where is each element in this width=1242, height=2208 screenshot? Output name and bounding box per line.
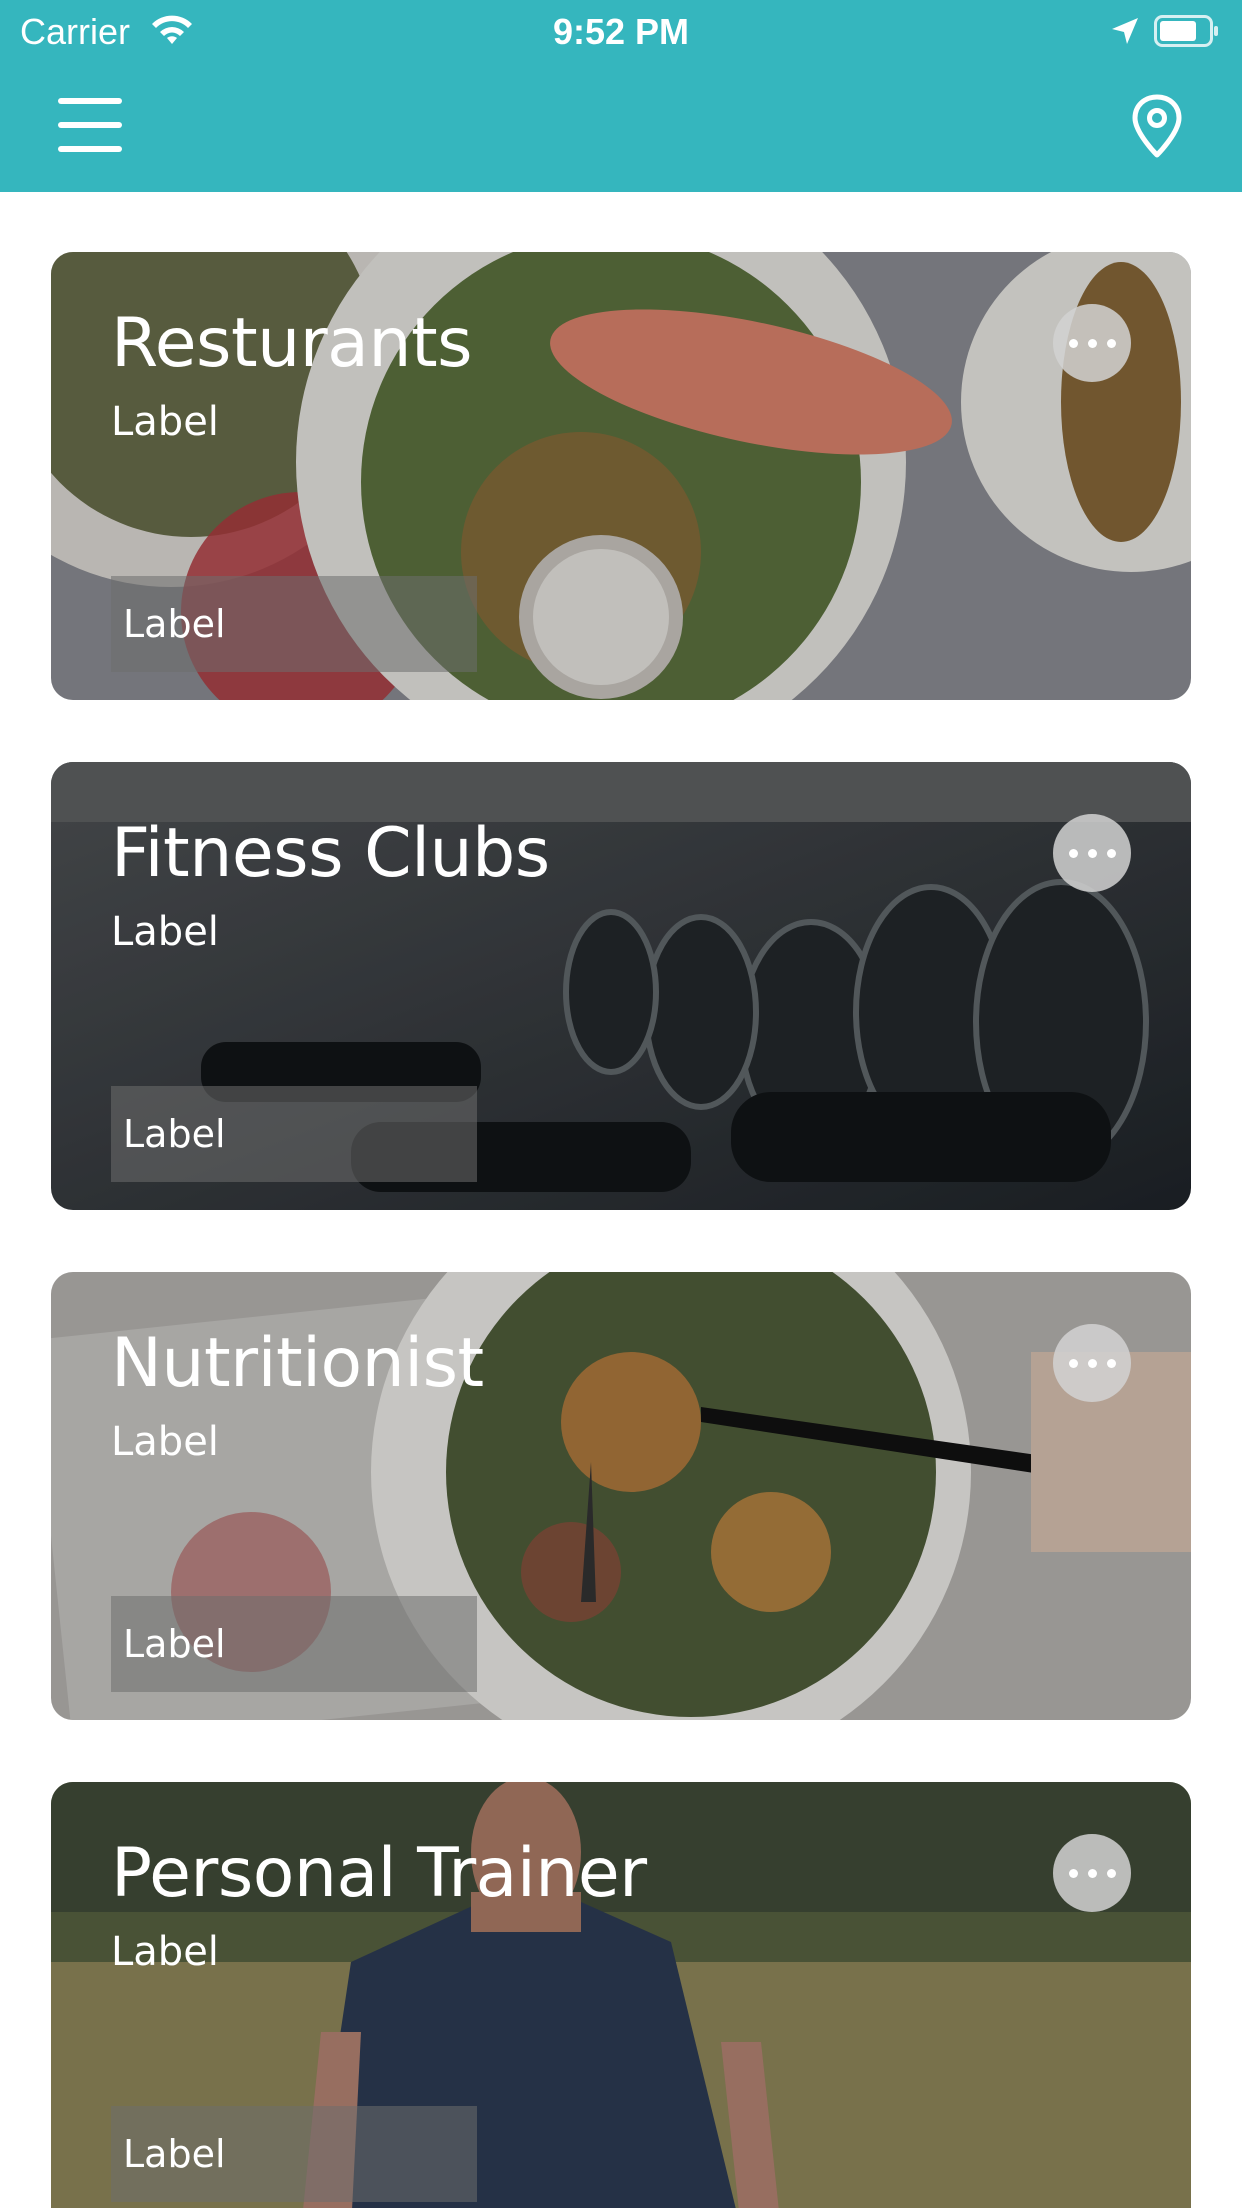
card-title: Nutritionist	[111, 1324, 484, 1403]
card-title: Resturants	[111, 304, 473, 383]
ellipsis-icon[interactable]	[1053, 814, 1131, 892]
map-pin-icon[interactable]	[1130, 93, 1184, 159]
card-subtitle: Label	[111, 1419, 219, 1465]
card-tag: Label	[111, 1086, 477, 1182]
location-arrow-icon	[1112, 18, 1138, 44]
hamburger-menu-icon[interactable]	[58, 98, 124, 152]
category-card-personal-trainer[interactable]: Personal Trainer Label Label	[51, 1782, 1191, 2208]
ellipsis-icon[interactable]	[1053, 1324, 1131, 1402]
card-tag: Label	[111, 1596, 477, 1692]
card-subtitle: Label	[111, 909, 219, 955]
card-subtitle: Label	[111, 1929, 219, 1975]
card-tag-label: Label	[123, 1112, 226, 1156]
status-time: 9:52 PM	[552, 11, 690, 52]
nav-bar: Carrier 9:52 PM	[0, 0, 1242, 192]
card-tag-label: Label	[123, 2132, 226, 2176]
card-tag-label: Label	[123, 1622, 226, 1666]
category-card-nutritionist[interactable]: Nutritionist Label Label	[51, 1272, 1191, 1720]
ellipsis-icon[interactable]	[1053, 1834, 1131, 1912]
card-tag: Label	[111, 2106, 477, 2202]
category-card-restaurants[interactable]: Resturants Label Label	[51, 252, 1191, 700]
category-card-fitness-clubs[interactable]: Fitness Clubs Label Label	[51, 762, 1191, 1210]
card-subtitle: Label	[111, 399, 219, 445]
card-tag: Label	[111, 576, 477, 672]
ellipsis-icon[interactable]	[1053, 304, 1131, 382]
card-title: Fitness Clubs	[111, 814, 550, 893]
card-tag-label: Label	[123, 602, 226, 646]
app-screen: Carrier 9:52 PM Resturants Label Label F…	[0, 0, 1242, 2208]
battery-icon	[1154, 15, 1218, 47]
card-title: Personal Trainer	[111, 1834, 647, 1913]
